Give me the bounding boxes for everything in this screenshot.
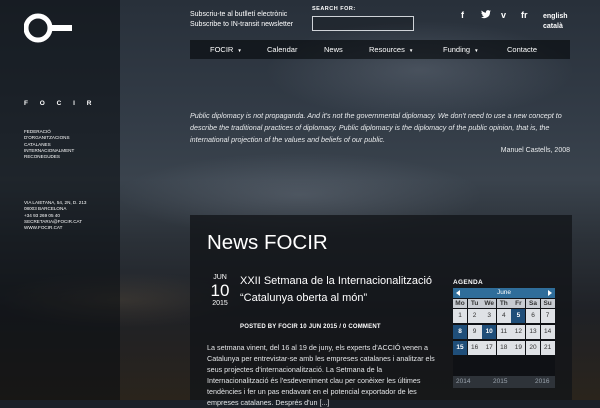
post-day: 10 xyxy=(210,281,230,300)
lang-english[interactable]: english xyxy=(543,12,568,22)
chevron-down-icon: ▼ xyxy=(237,47,242,53)
weekday-label: Su xyxy=(540,299,555,308)
calendar-year[interactable]: 2016 xyxy=(535,378,549,385)
post-title[interactable]: XXII Setmana de la Internacionalització … xyxy=(240,273,440,306)
search-label: SEARCH FOR: xyxy=(312,6,356,12)
post-year: 2015 xyxy=(212,300,228,307)
calendar-day[interactable]: 14 xyxy=(540,325,555,339)
chevron-down-icon: ▼ xyxy=(474,47,479,53)
calendar-header: June xyxy=(453,288,555,298)
news-heading: News FOCIR xyxy=(207,231,328,254)
calendar-year[interactable]: 2015 xyxy=(493,378,507,385)
subscribe-links: Subscriu-te al butlletí electrònic Subsc… xyxy=(190,10,293,30)
nav-item-calendar[interactable]: Calendar xyxy=(267,45,297,54)
agenda-calendar: June 2014 2015 2016 Mo Tu We Th Fr Sa Su 1 2 3 4 5 6 7 8… xyxy=(453,288,555,388)
calendar-week: 1234567 xyxy=(453,309,555,323)
calendar-event-day[interactable]: 10 xyxy=(482,325,497,339)
twitter-icon[interactable] xyxy=(481,10,491,21)
weekday-label: Th xyxy=(496,299,511,308)
calendar-day[interactable]: 1 xyxy=(453,309,467,323)
org-address: VIA LAIETANA, 54, 2N, D. 213 08003 BARCEL… xyxy=(24,200,119,231)
nav-item-contacte[interactable]: Contacte xyxy=(507,45,537,54)
calendar-day[interactable]: 12 xyxy=(511,325,526,339)
calendar-day[interactable]: 18 xyxy=(496,341,511,355)
post-excerpt: La setmana vinent, del 16 al 19 de juny,… xyxy=(207,343,435,407)
calendar-day[interactable]: 19 xyxy=(511,341,526,355)
calendar-years: 2014 2015 2016 xyxy=(453,376,555,388)
calendar-day[interactable]: 9 xyxy=(467,325,482,339)
post-date: JUN 10 2015 xyxy=(205,274,235,308)
calendar-event-day[interactable]: 5 xyxy=(511,309,526,323)
agenda-title: AGENDA xyxy=(453,279,483,286)
calendar-day[interactable]: 20 xyxy=(526,341,540,355)
calendar-event-day[interactable]: 15 xyxy=(453,341,467,355)
prev-month-icon[interactable] xyxy=(456,290,460,296)
quote-author: Manuel Castells, 2008 xyxy=(500,147,570,154)
language-switcher: english català xyxy=(543,12,568,32)
featured-quote: Public diplomacy is not propaganda. And … xyxy=(190,111,562,144)
next-month-icon[interactable] xyxy=(548,290,552,296)
calendar-week: 8 9 10 11 12 13 14 xyxy=(453,325,555,339)
flickr-icon[interactable]: fr xyxy=(521,10,528,20)
calendar-day[interactable]: 7 xyxy=(540,309,555,323)
calendar-day[interactable]: 16 xyxy=(467,341,482,355)
calendar-day[interactable]: 21 xyxy=(540,341,555,355)
post-meta: POSTED BY FOCIR 10 JUN 2015 / 0 COMMENT xyxy=(240,324,381,330)
nav-item-news[interactable]: News xyxy=(324,45,343,54)
calendar-year[interactable]: 2014 xyxy=(456,378,470,385)
nav-item-focir[interactable]: FOCIR ▼ xyxy=(210,45,242,54)
focir-logo[interactable] xyxy=(24,12,72,44)
weekday-label: Tu xyxy=(467,299,482,308)
subscribe-link-butlleti[interactable]: Subscriu-te al butlletí electrònic xyxy=(190,10,293,20)
weekday-label: We xyxy=(482,299,497,308)
org-name-line: RECONEGUDES xyxy=(24,154,60,160)
calendar-day[interactable]: 6 xyxy=(526,309,540,323)
facebook-icon[interactable]: f xyxy=(461,10,464,20)
calendar-day[interactable]: 13 xyxy=(526,325,540,339)
subscribe-link-newsletter[interactable]: Subscribe to IN-transit newsletter xyxy=(190,20,293,30)
calendar-day[interactable]: 4 xyxy=(496,309,511,323)
org-full-name: FEDERACIÓ D'ORGANITZACIONS CATALANES INTERN… xyxy=(24,129,114,160)
calendar-month: June xyxy=(496,289,512,296)
vimeo-icon[interactable]: v xyxy=(501,10,506,20)
main-nav: FOCIR ▼ Calendar News Resources ▼ Funding ▼… xyxy=(190,40,570,59)
calendar-day[interactable]: 11 xyxy=(496,325,511,339)
search-input[interactable] xyxy=(312,16,414,31)
lang-catala[interactable]: català xyxy=(543,22,568,32)
calendar-day[interactable]: 2 xyxy=(467,309,482,323)
weekday-label: Mo xyxy=(453,299,467,308)
nav-item-resources[interactable]: Resources ▼ xyxy=(369,45,413,54)
chevron-down-icon: ▼ xyxy=(408,47,414,53)
calendar-day[interactable]: 17 xyxy=(482,341,497,355)
calendar-week: 15 16 17 18 19 20 21 xyxy=(453,341,555,355)
weekday-label: Sa xyxy=(526,299,540,308)
nav-item-funding[interactable]: Funding ▼ xyxy=(443,45,479,54)
address-line: WWW.FOCIR.CAT xyxy=(24,225,63,231)
calendar-event-day[interactable]: 8 xyxy=(453,325,467,339)
weekday-label: Fr xyxy=(511,299,526,308)
brand-name: F O C I R xyxy=(24,100,97,107)
calendar-day[interactable]: 3 xyxy=(482,309,497,323)
